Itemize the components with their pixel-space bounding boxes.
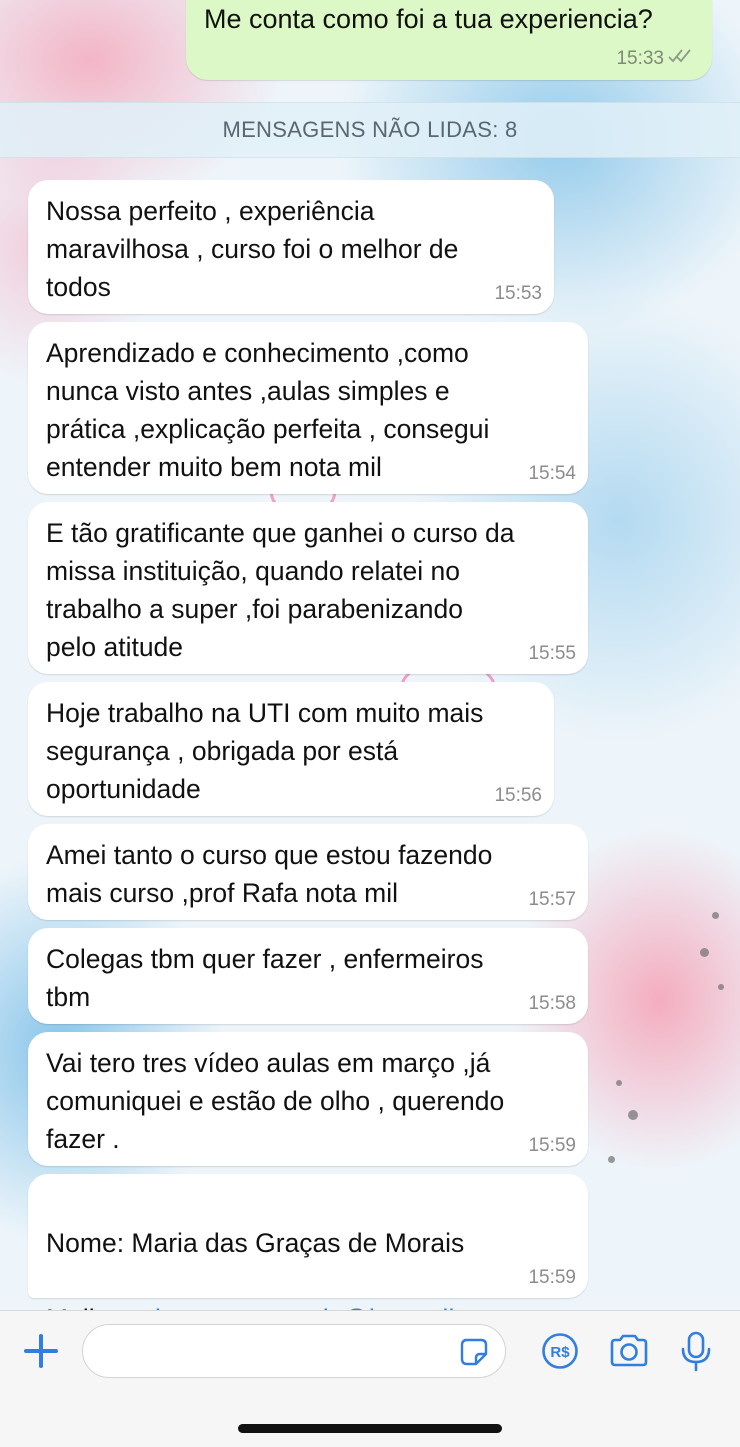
incoming-message-bubble[interactable]: Vai tero tres vídeo aulas em março ,já c… (28, 1032, 588, 1166)
unread-messages-divider: MENSAGENS NÃO LIDAS: 8 (0, 102, 740, 158)
message-time: 15:57 (528, 889, 576, 910)
camera-icon[interactable] (608, 1331, 648, 1371)
message-text: Colegas tbm quer fazer , enfermeiros tbm (46, 944, 484, 1012)
message-text: Aprendizado e conhecimento ,como nunca v… (46, 338, 490, 482)
message-time: 15:53 (494, 283, 542, 304)
outgoing-message-bubble[interactable]: Me conta como foi a tua experiencia? 15:… (186, 0, 712, 80)
payment-glyph: R$ (550, 1344, 570, 1361)
outgoing-message-text: Me conta como foi a tua experiencia? (204, 4, 653, 34)
wallpaper-dot (616, 1080, 622, 1086)
wallpaper-dot (700, 948, 709, 957)
message-time: 15:54 (528, 463, 576, 484)
unread-messages-label: MENSAGENS NÃO LIDAS: 8 (222, 117, 518, 142)
message-time: 15:58 (528, 993, 576, 1014)
plus-icon[interactable] (22, 1332, 60, 1370)
message-time: 15:55 (528, 643, 576, 664)
payment-icon[interactable]: R$ (540, 1331, 580, 1371)
incoming-message-bubble[interactable]: Amei tanto o curso que estou fazendo mai… (28, 824, 588, 920)
incoming-message-bubble[interactable]: Aprendizado e conhecimento ,como nunca v… (28, 322, 588, 494)
home-indicator[interactable] (238, 1424, 502, 1433)
incoming-message-bubble[interactable]: Hoje trabalho na UTI com muito mais segu… (28, 682, 554, 816)
message-time: 15:59 (528, 1135, 576, 1156)
incoming-message-bubble[interactable]: E tão gratificante que ganhei o curso da… (28, 502, 588, 674)
message-input-container[interactable] (82, 1324, 506, 1378)
contact-name-line: Nome: Maria das Graças de Morais (46, 1228, 465, 1258)
double-check-icon (668, 48, 694, 70)
message-input[interactable] (101, 1333, 445, 1369)
wallpaper-dot (608, 1156, 615, 1163)
wallpaper-dot (718, 984, 724, 990)
wallpaper-dot (712, 912, 719, 919)
wallpaper-dot (628, 1110, 638, 1120)
message-text: Hoje trabalho na UTI com muito mais segu… (46, 698, 484, 804)
message-time: 15:59 (528, 1267, 576, 1288)
incoming-message-bubble[interactable]: Nossa perfeito , experiência maravilhosa… (28, 180, 554, 314)
microphone-icon[interactable] (678, 1331, 718, 1372)
message-time: 15:33 (616, 48, 664, 69)
message-text: Vai tero tres vídeo aulas em março ,já c… (46, 1048, 505, 1154)
incoming-message-bubble[interactable]: Colegas tbm quer fazer , enfermeiros tbm… (28, 928, 588, 1024)
message-text: Nossa perfeito , experiência maravilhosa… (46, 196, 459, 302)
message-time: 15:56 (494, 785, 542, 806)
sticker-icon[interactable] (459, 1337, 489, 1367)
incoming-contact-message-bubble[interactable]: Nome: Maria das Graças de Morais Mail: m… (28, 1174, 588, 1334)
message-text: Amei tanto o curso que estou fazendo mai… (46, 840, 493, 908)
message-text: E tão gratificante que ganhei o curso da… (46, 518, 515, 662)
message-input-bar: R$ (0, 1310, 740, 1447)
